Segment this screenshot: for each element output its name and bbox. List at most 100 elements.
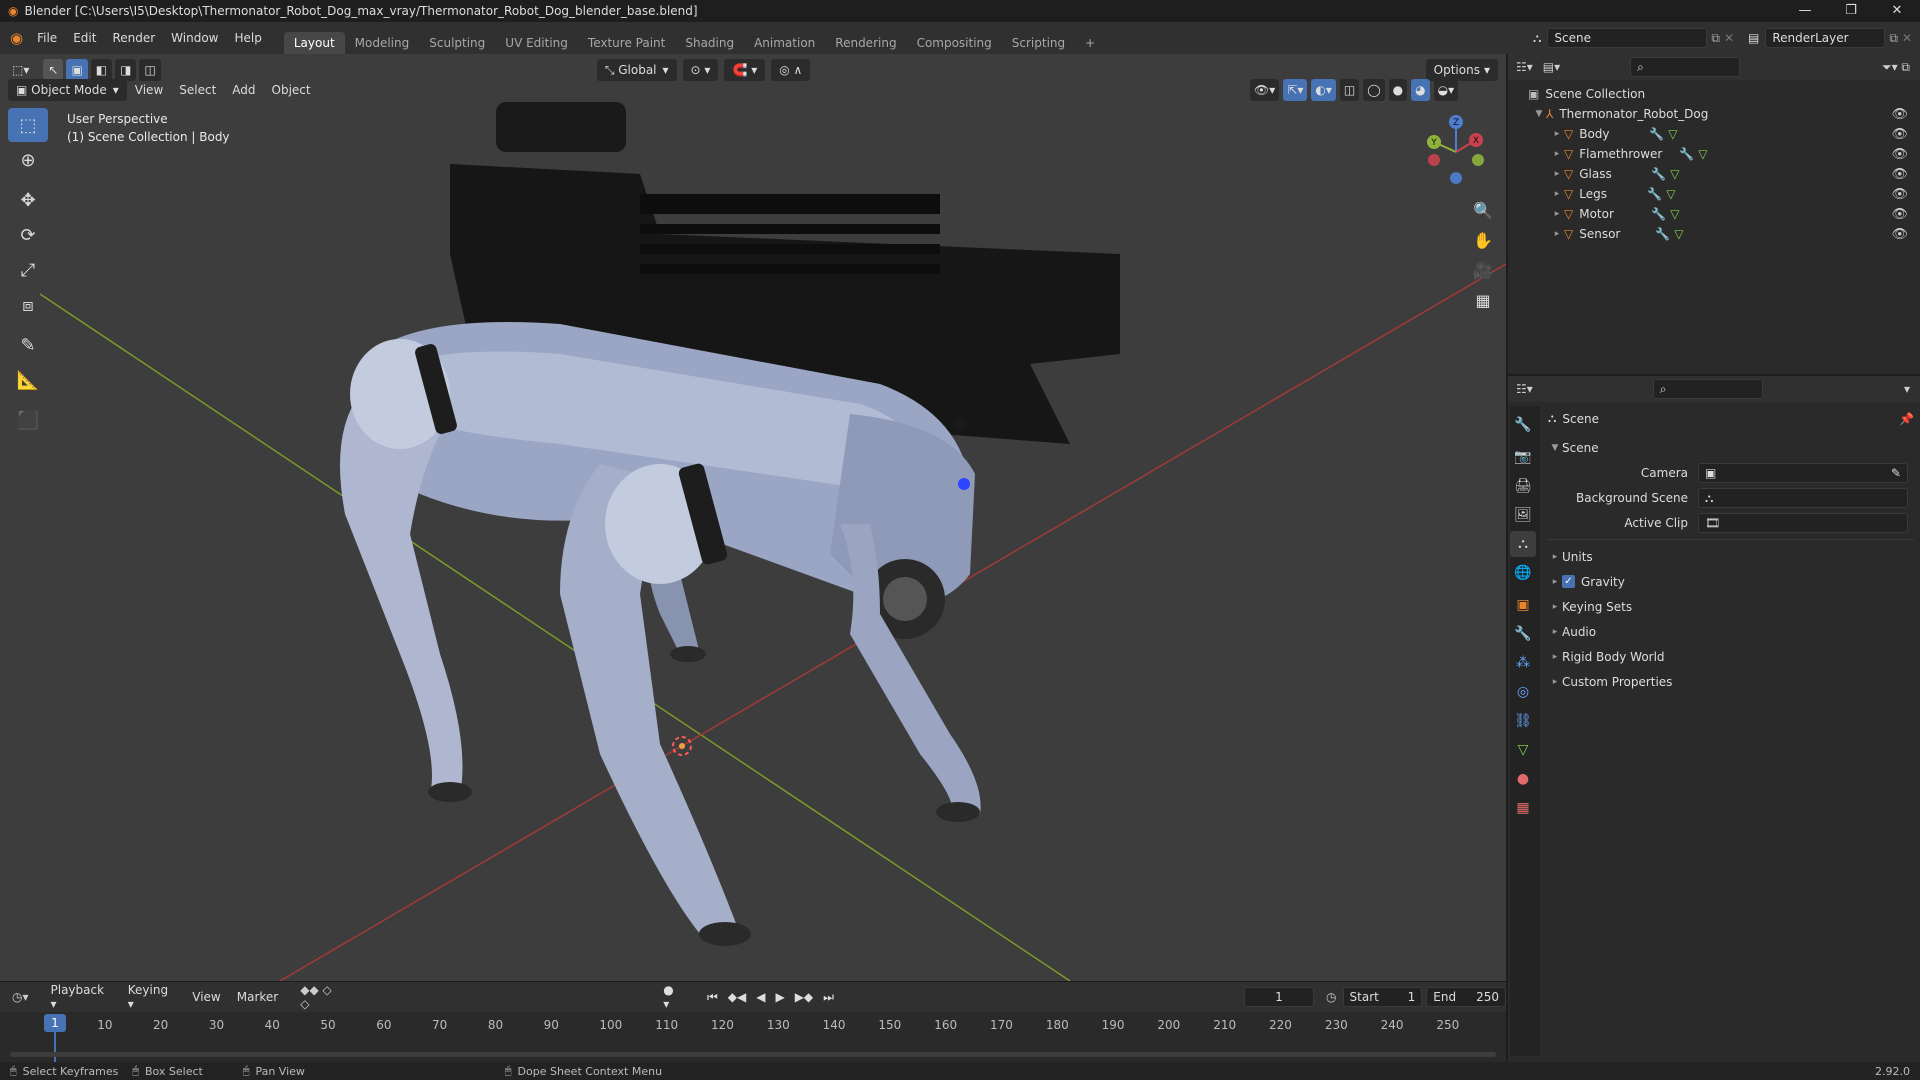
tab-sculpting[interactable]: Sculpting <box>419 32 495 54</box>
overlay-toggle-icon[interactable]: ◐▾ <box>1311 79 1336 101</box>
visibility-eye-icon[interactable]: 👁 <box>1891 187 1908 202</box>
select-box-tool-icon[interactable]: ⬚ <box>8 108 48 142</box>
gizmo-toggle-icon[interactable]: ⇱▾ <box>1283 79 1308 101</box>
expand-triangle-icon[interactable]: ▸ <box>1550 169 1564 179</box>
expand-triangle-icon[interactable]: ▸ <box>1550 229 1564 239</box>
viewport-menu-add[interactable]: Add <box>224 83 263 97</box>
rotate-tool-icon[interactable]: ⟳ <box>8 218 48 252</box>
world-tab-icon[interactable]: 🌐 <box>1510 560 1536 586</box>
pivot-point-dropdown[interactable]: ⊙ ▾ <box>682 59 719 81</box>
measure-tool-icon[interactable]: 📐 <box>8 363 48 397</box>
eyedropper-icon[interactable]: ✎ <box>1891 464 1901 482</box>
outliner-row-collection[interactable]: ▼ ⅄ Thermonator_Robot_Dog 👁 <box>1508 104 1920 124</box>
ortho-toggle-icon[interactable]: ▦ <box>1468 286 1498 316</box>
zoom-icon[interactable]: 🔍 <box>1468 196 1498 226</box>
outliner-row-glass[interactable]: ▸ ▽ Glass 🔧 ▽ 👁 <box>1508 164 1920 184</box>
output-tab-icon[interactable]: 🖨 <box>1510 473 1536 499</box>
tab-uv-editing[interactable]: UV Editing <box>495 32 578 54</box>
blender-menu-icon[interactable]: ◉ <box>10 29 23 47</box>
outliner-editor-icon[interactable]: ☷▾ <box>1516 60 1533 74</box>
particles-tab-icon[interactable]: ⁂ <box>1510 650 1536 676</box>
gravity-checkbox[interactable]: ✓ <box>1562 575 1575 588</box>
constraints-tab-icon[interactable]: ⛓ <box>1510 708 1536 734</box>
subpanel-units[interactable]: ▸ Units <box>1548 544 1914 569</box>
viewport-menu-object[interactable]: Object <box>264 83 319 97</box>
render-tab-icon[interactable]: 📷 <box>1510 444 1536 470</box>
add-workspace-button[interactable]: + <box>1075 32 1105 54</box>
subpanel-gravity[interactable]: ▸ ✓ Gravity <box>1548 569 1914 594</box>
viewport-menu-select[interactable]: Select <box>171 83 224 97</box>
scene-selector[interactable]: Scene <box>1547 28 1708 48</box>
menu-edit[interactable]: Edit <box>65 31 104 45</box>
menu-file[interactable]: File <box>29 31 65 45</box>
object-tab-icon[interactable]: ▣ <box>1510 592 1536 618</box>
wireframe-shading-icon[interactable]: ◯ <box>1363 79 1385 101</box>
properties-search-input[interactable]: ⌕ <box>1652 379 1763 399</box>
material-preview-shading-icon[interactable]: ◕ <box>1411 79 1430 101</box>
viewport-menu-view[interactable]: View <box>127 83 171 97</box>
navigation-gizmo[interactable]: Z Y X <box>1416 112 1496 192</box>
camera-view-icon[interactable]: 🎥 <box>1468 256 1498 286</box>
cursor-tool-icon[interactable]: ⊕ <box>8 143 48 177</box>
solid-shading-icon[interactable]: ● <box>1388 79 1408 101</box>
menu-window[interactable]: Window <box>163 31 226 45</box>
tab-layout[interactable]: Layout <box>283 32 345 54</box>
maximize-button[interactable]: ❐ <box>1828 0 1874 22</box>
new-renderlayer-icon[interactable]: ⧉ <box>1889 31 1898 46</box>
scene-icon[interactable]: ⛬ <box>1533 31 1541 46</box>
pan-hand-icon[interactable]: ✋ <box>1468 226 1498 256</box>
active-clip-field[interactable]: 🎞 <box>1698 512 1908 533</box>
tab-texture-paint[interactable]: Texture Paint <box>578 32 675 54</box>
tab-scripting[interactable]: Scripting <box>1002 32 1075 54</box>
visibility-eye-icon[interactable]: 👁 <box>1891 127 1908 142</box>
background-scene-field[interactable]: ⛬ <box>1698 487 1908 508</box>
new-scene-icon[interactable]: ⧉ <box>1711 31 1720 46</box>
material-tab-icon[interactable]: ● <box>1510 766 1536 792</box>
expand-triangle-icon[interactable]: ▸ <box>1550 189 1564 199</box>
annotate-tool-icon[interactable]: ✎ <box>8 328 48 362</box>
editor-type-icon[interactable]: ⬚▾ <box>12 63 29 77</box>
snap-toggle[interactable]: 🧲 ▾ <box>724 59 766 81</box>
rendered-shading-icon[interactable]: ◒▾ <box>1433 79 1459 101</box>
scene-tab-icon[interactable]: ⛬ <box>1510 531 1536 557</box>
3d-viewport[interactable] <box>0 54 1506 981</box>
playhead-frame-indicator[interactable]: 1 <box>44 1014 66 1032</box>
renderlayer-selector[interactable]: RenderLayer <box>1765 28 1886 48</box>
renderlayer-icon[interactable]: ▤ <box>1748 31 1759 45</box>
expand-triangle-icon[interactable]: ▸ <box>1550 209 1564 219</box>
outliner-row-flamethrower[interactable]: ▸ ▽ Flamethrower 🔧 ▽ 👁 <box>1508 144 1920 164</box>
minimize-button[interactable]: — <box>1782 0 1828 22</box>
tab-modeling[interactable]: Modeling <box>345 32 420 54</box>
menu-render[interactable]: Render <box>104 31 163 45</box>
subpanel-rigid-body-world[interactable]: ▸ Rigid Body World <box>1548 644 1914 669</box>
texture-tab-icon[interactable]: ▦ <box>1510 795 1536 821</box>
visibility-icon[interactable]: 👁▾ <box>1250 79 1280 101</box>
tool-tab-icon[interactable]: 🔧 <box>1510 412 1536 438</box>
panel-scene-header[interactable]: ▼ Scene <box>1548 435 1914 460</box>
display-mode-icon[interactable]: ▤▾ <box>1543 60 1560 74</box>
delete-scene-icon[interactable]: ✕ <box>1724 31 1734 45</box>
3d-cursor[interactable] <box>672 736 692 756</box>
visibility-eye-icon[interactable]: 👁 <box>1891 107 1908 122</box>
object-mode-dropdown[interactable]: ▣ Object Mode ▾ <box>8 79 127 101</box>
visibility-eye-icon[interactable]: 👁 <box>1891 207 1908 222</box>
subpanel-keying-sets[interactable]: ▸ Keying Sets <box>1548 594 1914 619</box>
tab-animation[interactable]: Animation <box>744 32 825 54</box>
filter-icon[interactable]: ⏷▾ ⧉ <box>1882 60 1910 75</box>
outliner-row-legs[interactable]: ▸ ▽ Legs 🔧 ▽ 👁 <box>1508 184 1920 204</box>
expand-triangle-icon[interactable]: ▼ <box>1532 109 1546 119</box>
chevron-down-icon[interactable]: ▾ <box>1904 382 1910 396</box>
physics-tab-icon[interactable]: ◎ <box>1510 679 1536 705</box>
xray-toggle-icon[interactable]: ◫ <box>1339 79 1360 101</box>
tab-compositing[interactable]: Compositing <box>907 32 1002 54</box>
timeline-ruler[interactable]: 10 20 30 40 50 60 70 80 90 100 110 120 130 140 150 160 1… <box>0 982 1506 1062</box>
outliner-row-sensor[interactable]: ▸ ▽ Sensor 🔧 ▽ 👁 <box>1508 224 1920 244</box>
outliner-search-input[interactable]: ⌕ <box>1630 57 1741 77</box>
close-button[interactable]: ✕ <box>1874 0 1920 22</box>
robot-dog-model[interactable] <box>340 102 1120 946</box>
tab-shading[interactable]: Shading <box>675 32 744 54</box>
subpanel-audio[interactable]: ▸ Audio <box>1548 619 1914 644</box>
delete-renderlayer-icon[interactable]: ✕ <box>1902 31 1912 45</box>
camera-field[interactable]: ▣ ✎ <box>1698 462 1908 483</box>
pin-icon[interactable]: 📌 <box>1899 412 1914 426</box>
